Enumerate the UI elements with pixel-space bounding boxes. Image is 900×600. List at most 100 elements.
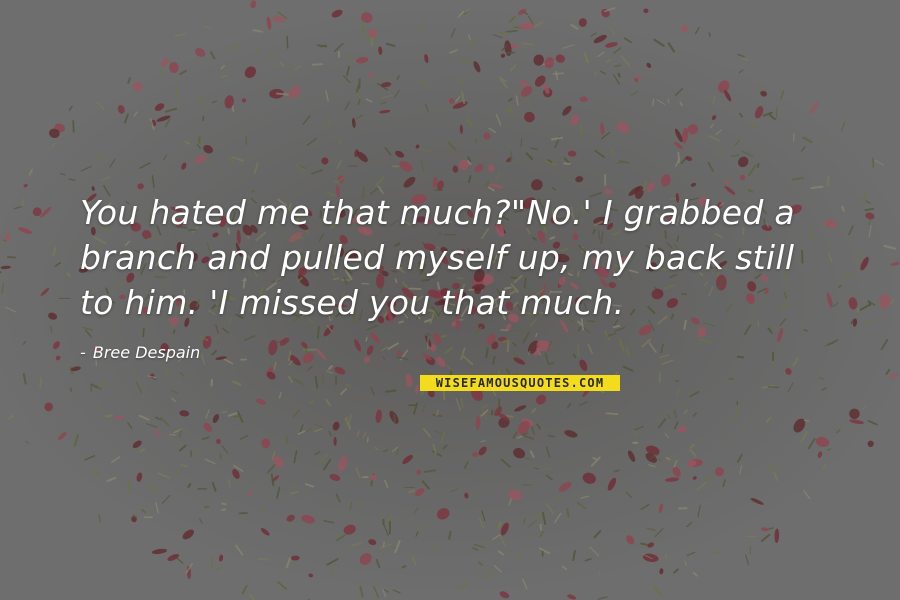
petal-fleck xyxy=(785,368,792,375)
quote-image: You hated me that much?"No.' I grabbed a… xyxy=(0,0,900,600)
petal-fleck xyxy=(370,474,377,482)
herb-fleck xyxy=(640,503,650,510)
herb-fleck xyxy=(698,338,712,344)
herb-fleck xyxy=(441,334,447,339)
petal-fleck xyxy=(55,355,61,361)
herb-fleck xyxy=(357,502,364,508)
herb-fleck xyxy=(665,457,671,461)
herb-fleck xyxy=(383,589,389,593)
herb-fleck xyxy=(229,46,242,50)
herb-fleck xyxy=(328,430,332,437)
herb-fleck xyxy=(210,51,216,60)
herb-fleck xyxy=(384,389,397,393)
petal-fleck xyxy=(544,57,555,69)
herb-fleck xyxy=(546,504,555,514)
herb-fleck xyxy=(810,185,824,190)
herb-fleck xyxy=(420,160,425,173)
herb-fleck xyxy=(576,501,587,510)
herb-fleck xyxy=(314,451,321,456)
herb-fleck xyxy=(611,146,615,157)
herb-fleck xyxy=(349,501,353,511)
herb-fleck xyxy=(382,541,385,548)
petal-fleck xyxy=(414,384,419,395)
herb-fleck xyxy=(715,129,722,135)
herb-fleck xyxy=(311,169,324,175)
petal-fleck xyxy=(578,18,587,27)
herb-fleck xyxy=(8,414,14,420)
herb-fleck xyxy=(767,327,773,334)
herb-fleck xyxy=(481,404,489,409)
herb-fleck xyxy=(382,356,386,361)
herb-fleck xyxy=(675,388,681,396)
herb-fleck xyxy=(599,70,607,75)
petal-fleck xyxy=(402,454,413,465)
herb-fleck xyxy=(630,90,638,97)
herb-fleck xyxy=(214,567,222,571)
herb-fleck xyxy=(743,324,752,336)
herb-fleck xyxy=(533,467,540,470)
herb-fleck xyxy=(620,55,631,66)
petal-fleck xyxy=(690,182,697,187)
herb-fleck xyxy=(176,469,181,476)
herb-fleck xyxy=(683,409,688,415)
herb-fleck xyxy=(362,432,367,439)
herb-fleck xyxy=(435,409,439,417)
herb-fleck xyxy=(697,481,707,491)
herb-fleck xyxy=(499,535,506,546)
herb-fleck xyxy=(539,523,543,531)
herb-fleck xyxy=(335,533,347,542)
herb-fleck xyxy=(555,70,559,81)
herb-fleck xyxy=(708,32,711,37)
herb-fleck xyxy=(647,464,656,468)
herb-fleck xyxy=(287,375,293,384)
herb-fleck xyxy=(522,578,528,590)
petal-fleck xyxy=(405,373,413,388)
herb-fleck xyxy=(257,557,270,561)
herb-fleck xyxy=(287,66,292,72)
petal-fleck xyxy=(711,115,717,121)
petal-fleck xyxy=(517,8,527,16)
herb-fleck xyxy=(628,490,631,496)
herb-fleck xyxy=(383,523,389,536)
herb-fleck xyxy=(6,255,16,259)
herb-fleck xyxy=(313,427,323,433)
herb-fleck xyxy=(460,91,466,105)
herb-fleck xyxy=(273,361,277,371)
herb-fleck xyxy=(711,96,716,104)
herb-fleck xyxy=(531,408,537,414)
herb-fleck xyxy=(147,485,160,492)
petal-fleck xyxy=(865,212,875,220)
petal-fleck xyxy=(288,85,301,99)
petal-fleck xyxy=(680,25,689,32)
herb-fleck xyxy=(769,463,775,472)
herb-fleck xyxy=(495,114,502,126)
herb-fleck xyxy=(593,71,597,76)
herb-fleck xyxy=(497,550,505,556)
herb-fleck xyxy=(736,453,743,463)
herb-fleck xyxy=(223,358,234,365)
herb-fleck xyxy=(622,365,634,372)
herb-fleck xyxy=(387,513,393,522)
petal-fleck xyxy=(415,144,420,149)
herb-fleck xyxy=(178,444,187,452)
herb-fleck xyxy=(98,514,101,524)
herb-fleck xyxy=(171,397,177,403)
herb-fleck xyxy=(423,469,437,473)
herb-fleck xyxy=(255,49,261,53)
petal-fleck xyxy=(181,162,187,170)
herb-fleck xyxy=(306,137,317,147)
herb-fleck xyxy=(297,430,306,435)
herb-fleck xyxy=(344,101,351,111)
petal-fleck xyxy=(424,54,429,64)
herb-fleck xyxy=(392,446,399,452)
herb-fleck xyxy=(421,480,430,490)
herb-fleck xyxy=(98,378,107,389)
petal-fleck xyxy=(570,114,579,126)
herb-fleck xyxy=(401,565,407,569)
herb-fleck xyxy=(139,162,151,169)
herb-fleck xyxy=(868,225,872,238)
herb-fleck xyxy=(99,176,110,181)
petal-fleck xyxy=(672,466,681,477)
petal-fleck xyxy=(777,328,784,343)
herb-fleck xyxy=(640,542,648,546)
